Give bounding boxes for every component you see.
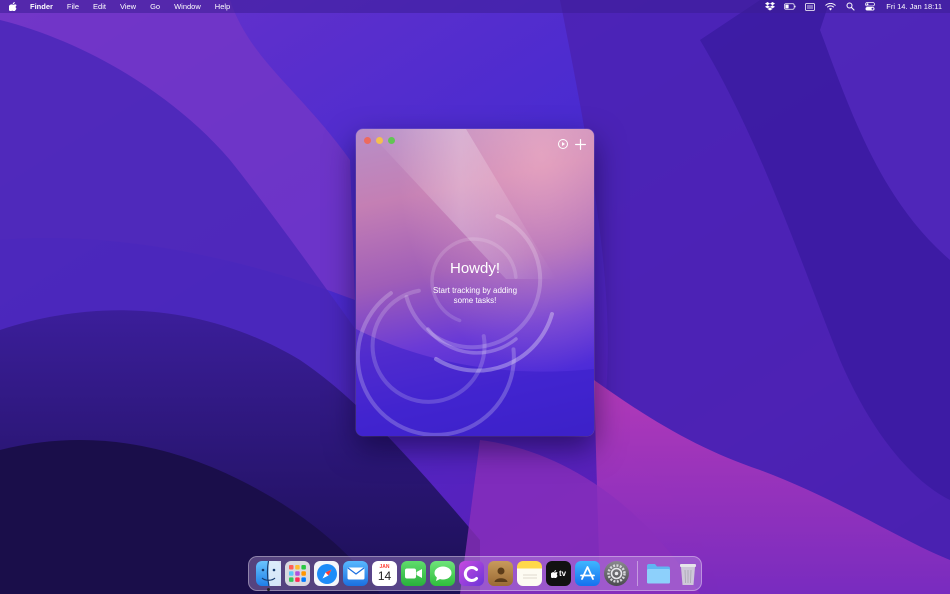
trash-icon bbox=[679, 563, 696, 585]
progress-rings-decoration bbox=[356, 214, 554, 436]
empty-state-title: Howdy! bbox=[449, 260, 501, 277]
app-store-icon bbox=[580, 566, 595, 580]
control-center-icon[interactable] bbox=[864, 2, 876, 12]
apple-tv-label: tv bbox=[558, 569, 567, 578]
launchpad-icon bbox=[289, 565, 306, 582]
menu-edit[interactable]: Edit bbox=[86, 0, 113, 13]
dock-app-store[interactable] bbox=[575, 561, 600, 586]
dropbox-icon[interactable] bbox=[764, 2, 776, 12]
dock-apple-tv[interactable]: tv bbox=[546, 561, 571, 586]
apple-tv-logo-icon bbox=[550, 569, 558, 578]
dock-safari[interactable] bbox=[314, 561, 339, 586]
dock-mail[interactable] bbox=[343, 561, 368, 586]
messages-icon bbox=[434, 566, 451, 581]
apple-menu-icon[interactable] bbox=[8, 1, 17, 12]
menu-clock[interactable]: Fri 14. Jan 18:11 bbox=[886, 2, 942, 11]
dock-launchpad[interactable] bbox=[285, 561, 310, 586]
app-window: Howdy! Start tracking by adding some tas… bbox=[356, 129, 594, 436]
dock: JAN 14 tv bbox=[248, 556, 702, 591]
dock-cashculator[interactable] bbox=[459, 561, 484, 586]
dock-separator bbox=[637, 561, 638, 586]
menu-help[interactable]: Help bbox=[208, 0, 237, 13]
finder-icon bbox=[261, 561, 281, 586]
gear-icon bbox=[607, 564, 626, 583]
spotlight-icon[interactable] bbox=[844, 2, 856, 12]
battery-icon[interactable] bbox=[784, 2, 796, 12]
safari-icon bbox=[316, 563, 337, 584]
dock-downloads-folder[interactable] bbox=[646, 561, 671, 586]
menu-bar: Finder File Edit View Go Window Help Fri… bbox=[0, 0, 950, 13]
dock-contacts[interactable] bbox=[488, 561, 513, 586]
dock-notes[interactable] bbox=[517, 561, 542, 586]
calendar-day: 14 bbox=[377, 569, 392, 583]
menu-window[interactable]: Window bbox=[167, 0, 208, 13]
notes-icon bbox=[522, 574, 537, 578]
cashculator-icon bbox=[463, 565, 478, 582]
dock-finder[interactable] bbox=[256, 561, 281, 591]
wifi-icon[interactable] bbox=[824, 2, 836, 12]
empty-state-subtitle: Start tracking by adding some tasks! bbox=[432, 286, 518, 305]
menu-app-name[interactable]: Finder bbox=[23, 0, 60, 13]
dock-facetime[interactable] bbox=[401, 561, 426, 586]
facetime-icon bbox=[405, 568, 422, 579]
running-indicator bbox=[267, 588, 270, 591]
mail-icon bbox=[347, 567, 364, 580]
menu-file[interactable]: File bbox=[60, 0, 86, 13]
folder-icon bbox=[647, 564, 670, 584]
dock-calendar[interactable]: JAN 14 bbox=[372, 561, 397, 586]
menu-go[interactable]: Go bbox=[143, 0, 167, 13]
menu-view[interactable]: View bbox=[113, 0, 143, 13]
dock-system-preferences[interactable] bbox=[604, 561, 629, 586]
keyboard-icon[interactable] bbox=[804, 2, 816, 12]
dock-messages[interactable] bbox=[430, 561, 455, 586]
contacts-icon bbox=[494, 567, 507, 582]
dock-trash[interactable] bbox=[675, 561, 700, 586]
